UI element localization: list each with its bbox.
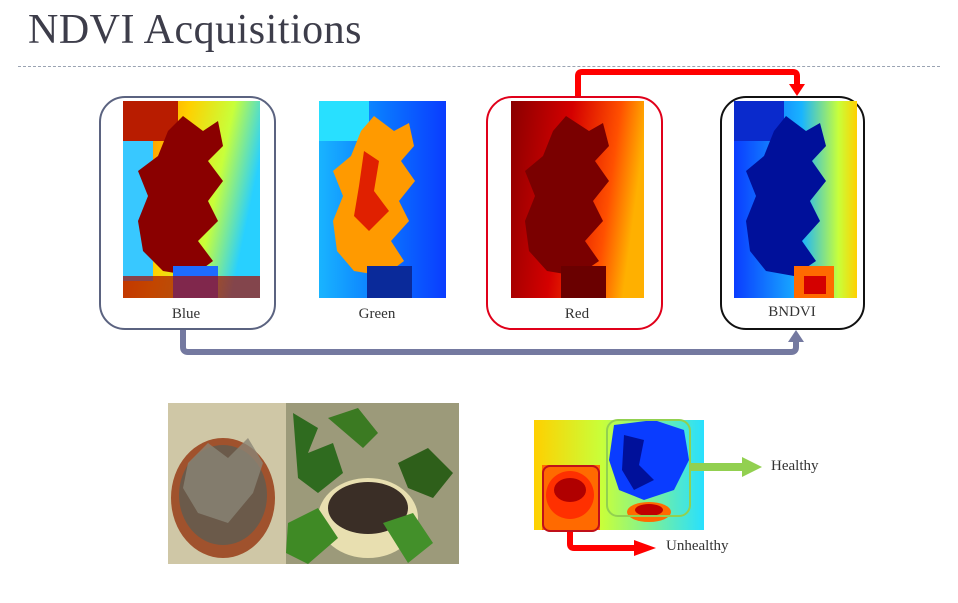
red-to-bndvi-arrow [575,69,800,96]
unhealthy-label: Unhealthy [666,538,729,554]
blue-to-bndvi-arrow [180,330,799,355]
healthy-arrow-shaft [691,463,743,471]
healthy-label: Healthy [771,458,819,474]
unhealthy-arrow-shaft [567,532,636,551]
red-to-bndvi-arrowhead [789,84,805,96]
connector-arrows [180,69,805,556]
healthy-arrowhead [742,457,762,477]
unhealthy-arrowhead [634,540,656,556]
blue-to-bndvi-arrowhead [788,330,804,342]
